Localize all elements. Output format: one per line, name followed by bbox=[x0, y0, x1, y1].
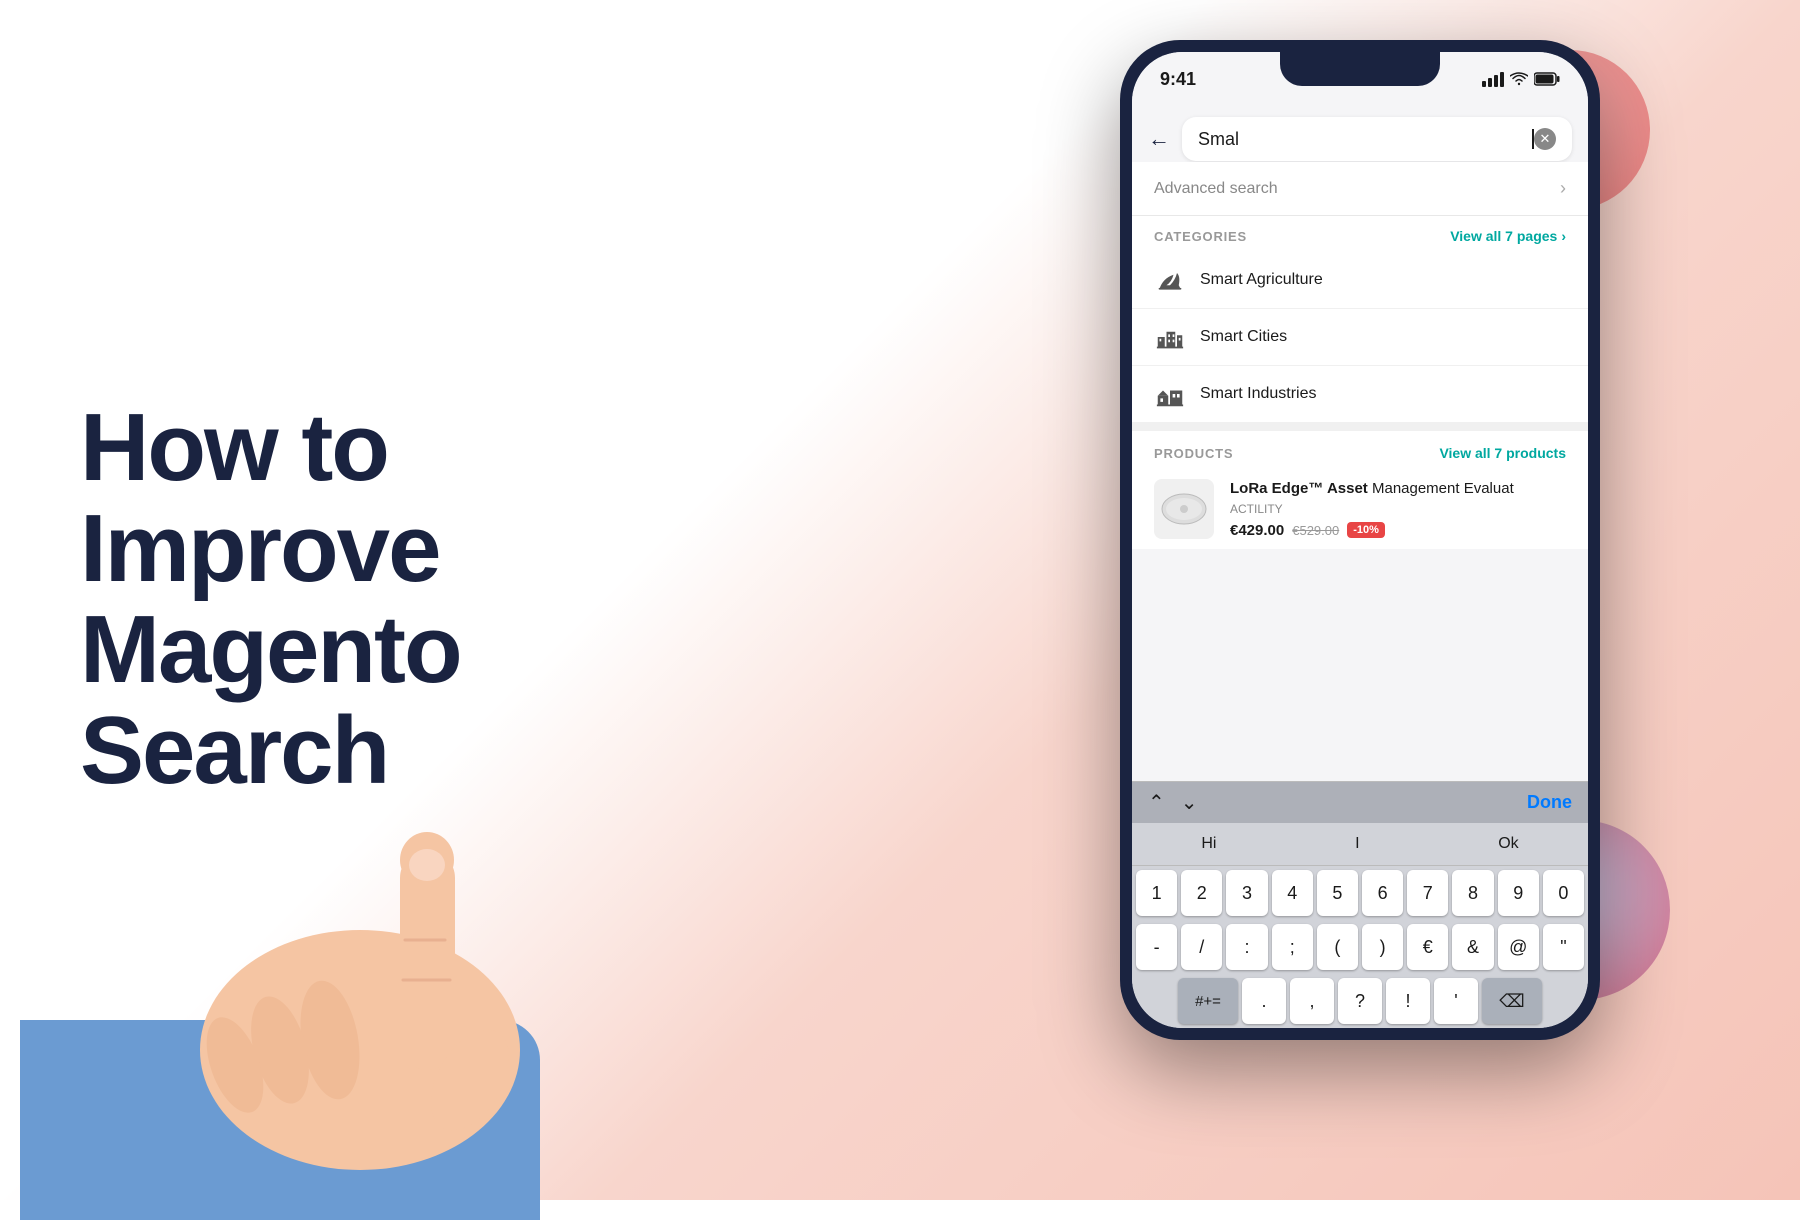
phone-notch bbox=[1280, 52, 1440, 86]
key-slash[interactable]: / bbox=[1181, 924, 1222, 970]
cities-icon bbox=[1154, 321, 1186, 353]
product-name-rest: Management Evaluat bbox=[1368, 480, 1514, 497]
keyboard-nav-up[interactable]: ⌃ bbox=[1148, 790, 1165, 815]
key-question[interactable]: ? bbox=[1338, 978, 1382, 1024]
categories-header: CATEGORIES View all 7 pages › bbox=[1132, 216, 1588, 252]
left-section: How to Improve Magento Search bbox=[80, 0, 580, 1200]
advanced-search-row[interactable]: Advanced search › bbox=[1132, 162, 1588, 216]
key-quote[interactable]: " bbox=[1543, 924, 1584, 970]
status-time: 9:41 bbox=[1160, 69, 1196, 90]
key-0[interactable]: 0 bbox=[1543, 870, 1584, 916]
search-input[interactable]: Smal ✕ bbox=[1182, 117, 1572, 161]
symbol-row-2: #+= . , ? ! ' ⌫ bbox=[1132, 974, 1588, 1024]
autocorrect-hi[interactable]: Hi bbox=[1181, 831, 1236, 857]
keyboard-area: ⌃ ⌄ Done Hi I Ok 1 2 3 4 5 bbox=[1132, 781, 1588, 1028]
key-exclaim[interactable]: ! bbox=[1386, 978, 1430, 1024]
status-icons bbox=[1482, 72, 1560, 87]
price-original: €529.00 bbox=[1292, 523, 1339, 538]
key-8[interactable]: 8 bbox=[1452, 870, 1493, 916]
category-name-cities: Smart Cities bbox=[1200, 328, 1287, 346]
category-name-agriculture: Smart Agriculture bbox=[1200, 271, 1323, 289]
search-dropdown: Advanced search › CATEGORIES View all 7 … bbox=[1132, 162, 1588, 549]
view-all-products-link[interactable]: View all 7 products bbox=[1439, 445, 1566, 461]
keyboard-nav: ⌃ ⌄ bbox=[1148, 790, 1198, 815]
industries-icon bbox=[1154, 378, 1186, 410]
categories-label: CATEGORIES bbox=[1154, 229, 1247, 244]
keyboard-done-button[interactable]: Done bbox=[1527, 792, 1572, 813]
product-thumbnail bbox=[1159, 489, 1209, 529]
phone-container: 9:4 1 bbox=[1120, 40, 1600, 1040]
product-name-bold: LoRa Edge™ Asset bbox=[1230, 480, 1368, 497]
product-info: LoRa Edge™ Asset Management Evaluat ACTI… bbox=[1230, 479, 1566, 539]
keyboard-nav-down[interactable]: ⌄ bbox=[1181, 790, 1198, 815]
key-7[interactable]: 7 bbox=[1407, 870, 1448, 916]
key-symbol-toggle[interactable]: #+= bbox=[1178, 978, 1238, 1024]
key-dash[interactable]: - bbox=[1136, 924, 1177, 970]
hand-illustration bbox=[20, 520, 700, 1220]
search-query-text: Smal bbox=[1198, 129, 1531, 150]
price-current: €429.00 bbox=[1230, 522, 1284, 539]
products-label: PRODUCTS bbox=[1154, 446, 1233, 461]
product-name: LoRa Edge™ Asset Management Evaluat bbox=[1230, 479, 1566, 499]
product-brand: ACTILITY bbox=[1230, 502, 1566, 516]
key-4[interactable]: 4 bbox=[1272, 870, 1313, 916]
section-separator bbox=[1132, 423, 1588, 431]
autocorrect-row: Hi I Ok bbox=[1132, 823, 1588, 866]
product-image bbox=[1154, 479, 1214, 539]
key-3[interactable]: 3 bbox=[1226, 870, 1267, 916]
symbol-row-1: - / : ; ( ) € & @ " bbox=[1132, 920, 1588, 970]
chevron-right-icon: › bbox=[1560, 178, 1566, 199]
back-button[interactable]: ← bbox=[1148, 126, 1170, 152]
products-section: PRODUCTS View all 7 products bbox=[1132, 431, 1588, 549]
agriculture-icon bbox=[1154, 264, 1186, 296]
key-close-paren[interactable]: ) bbox=[1362, 924, 1403, 970]
advanced-search-label: Advanced search bbox=[1154, 180, 1278, 198]
key-comma[interactable]: , bbox=[1290, 978, 1334, 1024]
clear-button[interactable]: ✕ bbox=[1534, 128, 1556, 150]
number-row: 1 2 3 4 5 6 7 8 9 0 bbox=[1132, 866, 1588, 916]
key-period[interactable]: . bbox=[1242, 978, 1286, 1024]
phone-frame: 9:4 1 bbox=[1120, 40, 1600, 1040]
phone-screen: 9:4 1 bbox=[1132, 52, 1588, 1028]
keyboard-toolbar: ⌃ ⌄ Done bbox=[1132, 782, 1588, 823]
view-all-pages-link[interactable]: View all 7 pages › bbox=[1450, 228, 1566, 244]
key-1[interactable]: 1 bbox=[1136, 870, 1177, 916]
key-colon[interactable]: : bbox=[1226, 924, 1267, 970]
signal-bars-icon bbox=[1482, 72, 1504, 87]
key-semicolon[interactable]: ; bbox=[1272, 924, 1313, 970]
category-name-industries: Smart Industries bbox=[1200, 385, 1316, 403]
category-item-cities[interactable]: Smart Cities bbox=[1132, 309, 1588, 366]
key-at[interactable]: @ bbox=[1498, 924, 1539, 970]
key-2[interactable]: 2 bbox=[1181, 870, 1222, 916]
product-item[interactable]: LoRa Edge™ Asset Management Evaluat ACTI… bbox=[1132, 469, 1588, 549]
categories-section: CATEGORIES View all 7 pages › bbox=[1132, 216, 1588, 423]
key-amp[interactable]: & bbox=[1452, 924, 1493, 970]
product-price-row: €429.00 €529.00 -10% bbox=[1230, 522, 1566, 539]
key-open-paren[interactable]: ( bbox=[1317, 924, 1358, 970]
key-5[interactable]: 5 bbox=[1317, 870, 1358, 916]
battery-icon bbox=[1534, 72, 1560, 86]
discount-badge: -10% bbox=[1347, 522, 1385, 538]
products-header: PRODUCTS View all 7 products bbox=[1132, 431, 1588, 469]
wifi-icon bbox=[1510, 72, 1528, 86]
category-item-industries[interactable]: Smart Industries bbox=[1132, 366, 1588, 423]
autocorrect-ok[interactable]: Ok bbox=[1478, 831, 1538, 857]
key-euro[interactable]: € bbox=[1407, 924, 1448, 970]
key-6[interactable]: 6 bbox=[1362, 870, 1403, 916]
key-9[interactable]: 9 bbox=[1498, 870, 1539, 916]
key-backspace[interactable]: ⌫ bbox=[1482, 978, 1542, 1024]
key-apostrophe[interactable]: ' bbox=[1434, 978, 1478, 1024]
category-item-agriculture[interactable]: Smart Agriculture bbox=[1132, 252, 1588, 309]
autocorrect-i[interactable]: I bbox=[1335, 831, 1379, 857]
